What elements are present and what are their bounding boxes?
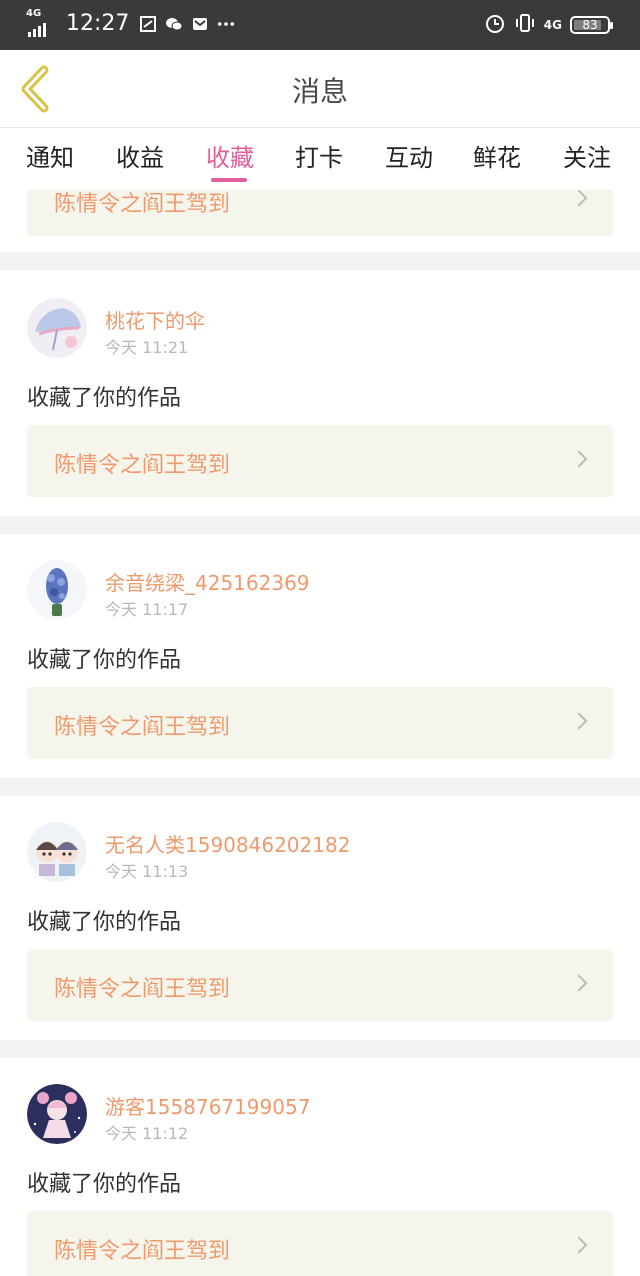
- clock: 12:27: [66, 11, 130, 36]
- wechat-icon: [165, 15, 183, 33]
- notification-list[interactable]: 陈情令之阎王驾到 桃花下的伞 今天 11:21 收藏了你的作品 陈情令之阎王驾到: [0, 190, 640, 1276]
- divider: [0, 1040, 640, 1058]
- username[interactable]: 游客1558767199057: [105, 1091, 310, 1120]
- work-link[interactable]: 陈情令之阎王驾到: [27, 687, 613, 759]
- chevron-right-icon: [570, 974, 588, 992]
- chevron-right-icon: [570, 1236, 588, 1254]
- active-tab-indicator: [211, 178, 247, 182]
- divider: [0, 516, 640, 534]
- tab-flowers[interactable]: 鲜花: [473, 138, 521, 173]
- chibi-couple-avatar-icon: [27, 822, 87, 882]
- anime-girl-avatar-icon: [27, 1084, 87, 1144]
- work-link[interactable]: 陈情令之阎王驾到: [27, 190, 613, 236]
- mail-icon: [191, 15, 209, 33]
- work-link[interactable]: 陈情令之阎王驾到: [27, 1211, 613, 1276]
- more-icon: [217, 15, 235, 33]
- avatar[interactable]: [27, 1084, 87, 1144]
- work-title: 陈情令之阎王驾到: [54, 453, 231, 478]
- page-title: 消息: [291, 75, 348, 108]
- work-title: 陈情令之阎王驾到: [54, 192, 231, 217]
- list-item: 余音绕梁_425162369 今天 11:17 收藏了你的作品 陈情令之阎王驾到: [0, 534, 640, 778]
- battery-icon: 83: [570, 16, 613, 34]
- divider: [0, 252, 640, 270]
- action-text: 收藏了你的作品: [27, 910, 182, 935]
- divider: [0, 778, 640, 796]
- tab-favorites[interactable]: 收藏: [206, 138, 254, 173]
- tab-bar: 通知 收益 收藏 打卡 互动 鲜花 关注: [0, 128, 640, 190]
- tab-checkin[interactable]: 打卡: [295, 138, 343, 173]
- nav-bar: 消息: [0, 50, 640, 128]
- list-item: 桃花下的伞 今天 11:21 收藏了你的作品 陈情令之阎王驾到: [0, 270, 640, 516]
- work-title: 陈情令之阎王驾到: [54, 977, 231, 1002]
- avatar[interactable]: [27, 822, 87, 882]
- list-item: 游客1558767199057 今天 11:12 收藏了你的作品 陈情令之阎王驾…: [0, 1058, 640, 1276]
- timestamp: 今天 11:21: [105, 338, 189, 357]
- umbrella-avatar-icon: [27, 298, 87, 358]
- work-link[interactable]: 陈情令之阎王驾到: [27, 425, 613, 497]
- username[interactable]: 桃花下的伞: [105, 305, 205, 334]
- action-text: 收藏了你的作品: [27, 648, 182, 673]
- hyacinth-avatar-icon: [27, 560, 87, 620]
- network-type: 4G: [26, 8, 42, 19]
- work-title: 陈情令之阎王驾到: [54, 1239, 231, 1264]
- tab-earnings[interactable]: 收益: [116, 138, 164, 173]
- tab-follow[interactable]: 关注: [563, 138, 611, 173]
- status-bar: 4G 12:27 4G 83: [0, 0, 640, 50]
- alarm-icon: [484, 12, 506, 38]
- vibrate-icon: [514, 12, 536, 38]
- username[interactable]: 无名人类1590846202182: [105, 829, 350, 858]
- chevron-right-icon: [570, 190, 588, 207]
- list-item: 陈情令之阎王驾到: [0, 190, 640, 252]
- network-type-right: 4G: [543, 18, 562, 32]
- chevron-right-icon: [570, 450, 588, 468]
- list-item: 无名人类1590846202182 今天 11:13 收藏了你的作品 陈情令之阎…: [0, 796, 640, 1040]
- chevron-right-icon: [570, 712, 588, 730]
- timestamp: 今天 11:13: [105, 862, 189, 881]
- action-text: 收藏了你的作品: [27, 386, 182, 411]
- notification-app-icon: [139, 15, 157, 33]
- avatar[interactable]: [27, 298, 87, 358]
- work-title: 陈情令之阎王驾到: [54, 715, 231, 740]
- tab-interaction[interactable]: 互动: [385, 138, 433, 173]
- username[interactable]: 余音绕梁_425162369: [105, 567, 310, 596]
- work-link[interactable]: 陈情令之阎王驾到: [27, 949, 613, 1021]
- timestamp: 今天 11:17: [105, 600, 189, 619]
- signal-icon: 4G: [26, 9, 62, 39]
- tab-notify[interactable]: 通知: [26, 138, 74, 173]
- action-text: 收藏了你的作品: [27, 1172, 182, 1197]
- timestamp: 今天 11:12: [105, 1124, 189, 1143]
- avatar[interactable]: [27, 560, 87, 620]
- battery-level: 83: [582, 18, 598, 32]
